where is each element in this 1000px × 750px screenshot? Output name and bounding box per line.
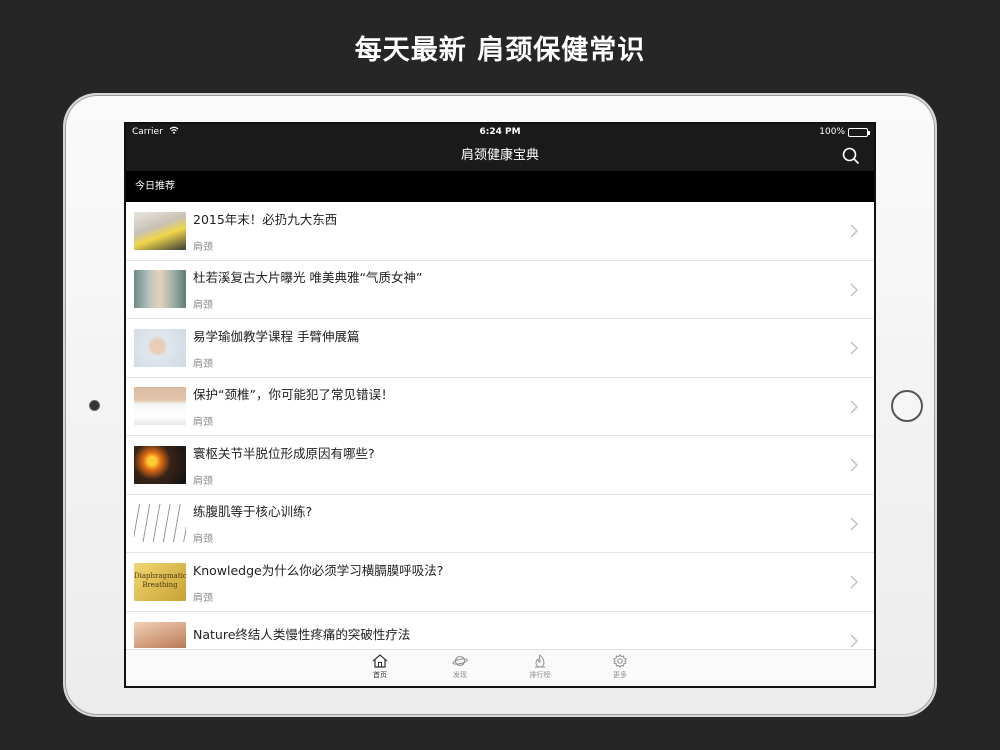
search-icon[interactable]: [842, 147, 860, 165]
battery-icon: [848, 128, 870, 137]
battery-percent: 100%: [819, 127, 845, 137]
article-row[interactable]: 杜若溪复古大片曝光 唯美典雅“气质女神” 肩颈: [126, 261, 874, 319]
status-time: 6:24 PM: [479, 127, 521, 137]
article-category: 肩颈: [193, 534, 213, 546]
tab-more[interactable]: 更多: [605, 650, 635, 686]
article-category: 肩颈: [193, 241, 213, 253]
flame-icon: [535, 654, 545, 668]
app-screen: Carrier 6:24 PM 100% 肩颈健康宝典 今日推荐 2015年末！…: [124, 122, 876, 688]
chevron-right-icon: [850, 399, 859, 414]
article-title: 2015年末！必扔九大东西: [193, 211, 338, 227]
article-category: 肩颈: [193, 592, 213, 604]
article-category: 肩颈: [193, 300, 213, 312]
planet-icon: [452, 655, 468, 667]
chevron-right-icon: [850, 224, 859, 238]
article-row[interactable]: 2015年末！必扔九大东西 肩颈: [126, 202, 874, 261]
camera-icon: [90, 401, 99, 410]
article-title: Knowledge为什么你必须学习横膈膜呼吸法?: [193, 562, 444, 578]
chevron-right-icon: [850, 633, 859, 648]
article-row[interactable]: 易学瑜伽教学课程 手臂伸展篇 肩颈: [126, 319, 874, 378]
tab-bar: 首页 发现 排行榜 更多: [126, 649, 874, 686]
article-title: 练腹肌等于核心训练?: [193, 504, 313, 520]
article-thumbnail: [134, 270, 186, 309]
article-thumbnail: [134, 445, 186, 484]
article-thumbnail: [134, 387, 186, 426]
status-bar: Carrier 6:24 PM 100%: [126, 124, 874, 141]
home-button[interactable]: [891, 390, 923, 422]
tab-discover[interactable]: 发现: [445, 650, 475, 686]
tab-label: 首页: [373, 671, 387, 679]
article-title: 保护“颈椎”，你可能犯了常见错误！: [193, 387, 394, 403]
nav-title: 肩颈健康宝典: [460, 148, 539, 163]
article-thumbnail: [134, 504, 186, 543]
tab-label: 排行榜: [529, 671, 551, 679]
article-category: 肩颈: [193, 358, 213, 370]
gear-icon: [613, 654, 627, 668]
article-row[interactable]: 寰枢关节半脱位形成原因有哪些? 肩颈: [126, 436, 874, 495]
home-icon: [372, 654, 388, 668]
promo-headline: 每天最新 肩颈保健常识: [354, 35, 646, 66]
tab-label: 更多: [613, 671, 627, 679]
article-thumbnail: [134, 211, 186, 250]
article-row[interactable]: Diaphragmatic Breathing Knowledge为什么你必须学…: [126, 553, 874, 612]
article-title: 易学瑜伽教学课程 手臂伸展篇: [193, 328, 360, 344]
article-row[interactable]: 练腹肌等于核心训练? 肩颈: [126, 495, 874, 553]
article-title: Nature终结人类慢性疼痛的突破性疗法: [193, 626, 411, 642]
chevron-right-icon: [850, 516, 859, 531]
chevron-right-icon: [850, 458, 859, 472]
chevron-right-icon: [850, 341, 859, 355]
article-list[interactable]: 2015年末！必扔九大东西 肩颈 杜若溪复古大片曝光 唯美典雅“气质女神” 肩颈…: [126, 202, 874, 648]
section-header: 今日推荐: [126, 171, 874, 202]
article-category: 肩颈: [193, 475, 213, 487]
tab-label: 发现: [453, 671, 467, 679]
article-row[interactable]: 保护“颈椎”，你可能犯了常见错误！ 肩颈: [126, 378, 874, 436]
article-thumbnail: Diaphragmatic Breathing: [134, 562, 187, 601]
article-category: 肩颈: [193, 417, 213, 429]
tab-ranking[interactable]: 排行榜: [525, 650, 555, 686]
tab-home[interactable]: 首页: [365, 650, 395, 686]
article-title: 寰枢关节半脱位形成原因有哪些?: [193, 445, 375, 461]
nav-bar: 肩颈健康宝典: [126, 141, 874, 171]
chevron-right-icon: [850, 575, 859, 589]
article-thumbnail: [134, 328, 186, 367]
article-title: 杜若溪复古大片曝光 唯美典雅“气质女神”: [193, 270, 423, 286]
article-row[interactable]: Nature终结人类慢性疼痛的突破性疗法 肩颈: [126, 612, 874, 648]
article-thumbnail: [134, 621, 186, 648]
chevron-right-icon: [850, 282, 859, 297]
